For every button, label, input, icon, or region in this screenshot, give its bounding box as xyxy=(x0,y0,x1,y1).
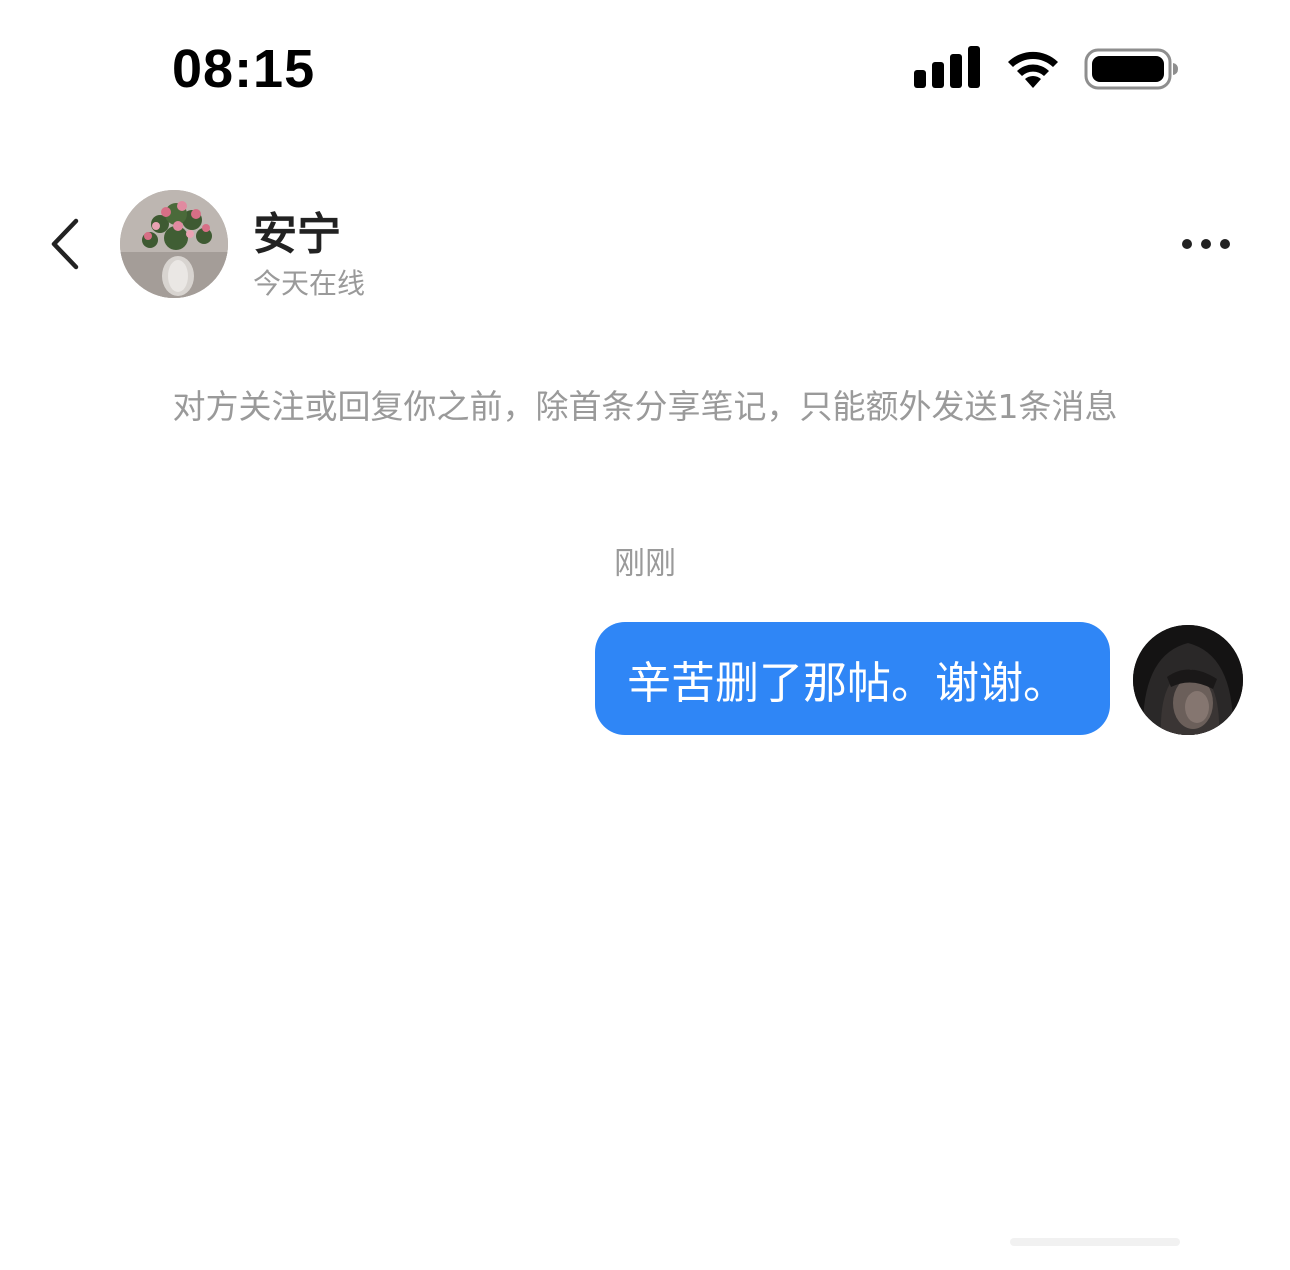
messaging-limit-notice: 对方关注或回复你之前，除首条分享笔记，只能额外发送1条消息 xyxy=(172,387,1118,426)
wifi-icon xyxy=(1008,51,1058,88)
status-time: 08:15 xyxy=(172,39,316,99)
contact-name[interactable]: 安宁 xyxy=(253,198,341,262)
more-button[interactable] xyxy=(1176,226,1236,262)
back-button[interactable] xyxy=(40,214,90,274)
more-icon xyxy=(1182,239,1230,249)
message-timestamp: 刚刚 xyxy=(614,546,676,582)
sent-message-bubble[interactable]: 辛苦删了那帖。谢谢。 xyxy=(595,622,1110,735)
watermark-dots xyxy=(1010,1238,1180,1246)
message-text: 辛苦删了那帖。谢谢。 xyxy=(627,657,1067,709)
signal-icon xyxy=(914,46,980,88)
contact-avatar[interactable] xyxy=(120,190,228,298)
my-avatar[interactable] xyxy=(1133,625,1243,735)
contact-online-status: 今天在线 xyxy=(253,267,366,300)
chat-screen: 08:15 安宁 今天在线 对方关注或回复你之前，除首条分享笔记，只能额外发送1… xyxy=(0,0,1290,1270)
hooded-figure-image xyxy=(1133,625,1243,735)
battery-icon xyxy=(1084,48,1178,90)
flowers-vase-image xyxy=(120,190,228,298)
back-arrow-icon xyxy=(51,218,79,270)
